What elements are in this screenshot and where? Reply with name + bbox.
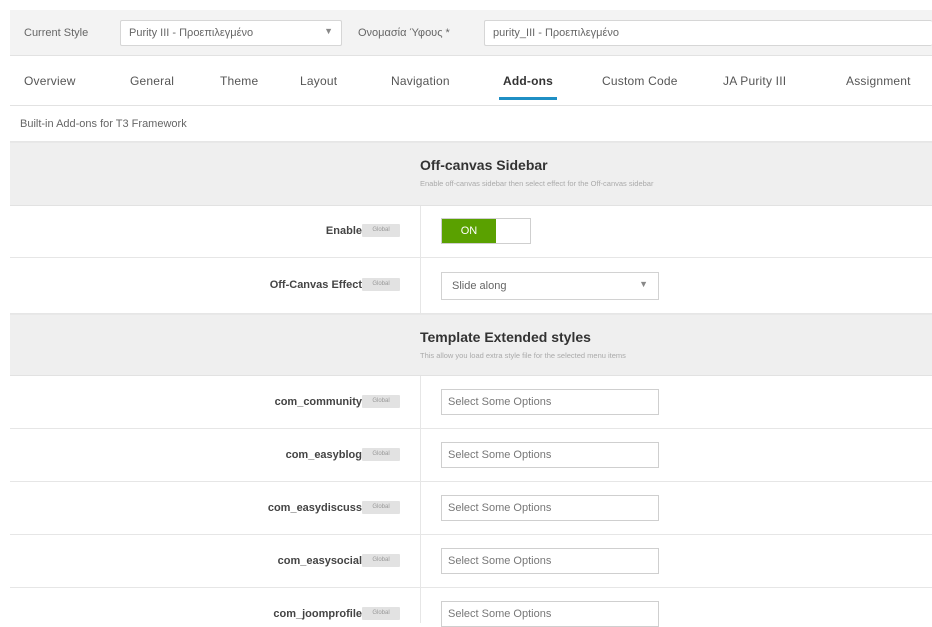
- tab-overview[interactable]: Overview: [24, 74, 76, 88]
- style-bar: Current Style Purity III - Προεπιλεγμένο…: [10, 10, 932, 56]
- tab-custom-code[interactable]: Custom Code: [602, 74, 678, 88]
- global-badge: Global: [362, 224, 400, 237]
- extended-row: com_community Global Select Some Options: [10, 376, 932, 429]
- extended-row: com_joomprofile Global Select Some Optio…: [10, 588, 932, 627]
- row-divider: [420, 535, 421, 587]
- enable-toggle[interactable]: ON: [441, 218, 531, 244]
- extended-multiselect[interactable]: Select Some Options: [441, 442, 659, 468]
- extended-multiselect[interactable]: Select Some Options: [441, 548, 659, 574]
- extended-multiselect[interactable]: Select Some Options: [441, 601, 659, 627]
- tab-bar: Overview General Theme Layout Navigation…: [10, 56, 932, 106]
- extended-multiselect[interactable]: Select Some Options: [441, 389, 659, 415]
- global-badge: Global: [362, 554, 400, 567]
- effect-value: Slide along: [452, 280, 507, 292]
- tab-ja-purity-iii[interactable]: JA Purity III: [723, 74, 786, 88]
- extended-row: com_easysocial Global Select Some Option…: [10, 535, 932, 588]
- extended-item-label: com_joomprofile: [273, 608, 362, 620]
- tab-theme[interactable]: Theme: [220, 74, 258, 88]
- row-divider: [420, 258, 421, 313]
- enable-label: Enable: [325, 225, 362, 237]
- effect-select[interactable]: Slide along ▼: [441, 272, 659, 300]
- toggle-on-state: ON: [442, 219, 496, 243]
- current-style-select[interactable]: Purity III - Προεπιλεγμένο ▼: [120, 20, 342, 46]
- effect-row: Off-Canvas Effect Global Slide along ▼: [10, 258, 932, 314]
- enable-row: Enable Global ON: [10, 206, 932, 258]
- extended-item-label: com_easydiscuss: [267, 502, 362, 514]
- section-subheader: Built-in Add-ons for T3 Framework: [10, 106, 932, 142]
- extended-item-label: com_easysocial: [277, 555, 362, 567]
- extended-row: com_easydiscuss Global Select Some Optio…: [10, 482, 932, 535]
- global-badge: Global: [362, 278, 400, 291]
- global-badge: Global: [362, 448, 400, 461]
- extended-row: com_easyblog Global Select Some Options: [10, 429, 932, 482]
- offcanvas-section-header: Off-canvas Sidebar Enable off-canvas sid…: [10, 142, 932, 206]
- tab-assignment[interactable]: Assignment: [846, 74, 911, 88]
- extended-item-label: com_community: [274, 396, 362, 408]
- row-divider: [420, 482, 421, 534]
- current-style-label: Current Style: [24, 27, 89, 39]
- chevron-down-icon: ▼: [324, 26, 333, 36]
- tab-navigation[interactable]: Navigation: [391, 74, 450, 88]
- global-badge: Global: [362, 395, 400, 408]
- style-name-input[interactable]: purity_III - Προεπιλεγμένο: [484, 20, 932, 46]
- row-divider: [420, 588, 421, 623]
- global-badge: Global: [362, 501, 400, 514]
- extended-multiselect[interactable]: Select Some Options: [441, 495, 659, 521]
- tab-general[interactable]: General: [130, 74, 174, 88]
- style-name-label: Ονομασία Ύφους *: [358, 27, 450, 39]
- extended-section-header: Template Extended styles This allow you …: [10, 314, 932, 376]
- offcanvas-description: Enable off-canvas sidebar then select ef…: [420, 179, 654, 188]
- tab-layout[interactable]: Layout: [300, 74, 337, 88]
- extended-description: This allow you load extra style file for…: [420, 351, 626, 360]
- extended-title: Template Extended styles: [420, 329, 591, 345]
- extended-item-label: com_easyblog: [285, 449, 362, 461]
- global-badge: Global: [362, 607, 400, 620]
- style-name-value: purity_III - Προεπιλεγμένο: [493, 27, 619, 39]
- offcanvas-title: Off-canvas Sidebar: [420, 157, 548, 173]
- chevron-down-icon: ▼: [639, 279, 648, 289]
- row-divider: [420, 376, 421, 428]
- row-divider: [420, 206, 421, 257]
- row-divider: [420, 429, 421, 481]
- tab-add-ons[interactable]: Add-ons: [498, 74, 558, 100]
- current-style-value: Purity III - Προεπιλεγμένο: [129, 27, 254, 39]
- effect-label: Off-Canvas Effect: [269, 279, 362, 291]
